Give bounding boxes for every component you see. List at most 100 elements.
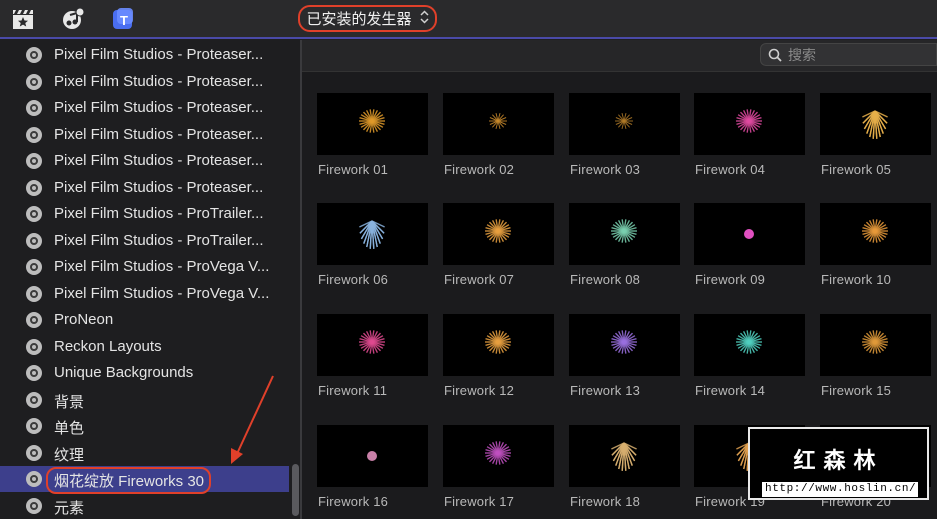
firework-thumbnail bbox=[317, 425, 428, 487]
generator-icon bbox=[26, 100, 42, 116]
generator-icon bbox=[26, 338, 42, 355]
tile-label: Firework 09 bbox=[695, 272, 766, 287]
sidebar-item-label: Pixel Film Studios - ProVega V... bbox=[54, 284, 270, 302]
sidebar-item[interactable]: Pixel Film Studios - Proteaser... bbox=[0, 95, 289, 121]
watermark: 红森林 http://www.hoslin.cn/ bbox=[748, 427, 929, 500]
generator-tile[interactable]: Firework 14 bbox=[694, 314, 805, 398]
tile-label: Firework 13 bbox=[570, 383, 641, 398]
search-placeholder: 搜索 bbox=[788, 46, 816, 63]
firework-thumbnail bbox=[569, 93, 680, 155]
firework-thumbnail bbox=[443, 425, 554, 487]
generator-icon bbox=[26, 206, 42, 222]
sidebar-item[interactable]: Pixel Film Studios - ProTrailer... bbox=[0, 228, 289, 254]
tile-label: Firework 03 bbox=[570, 162, 641, 177]
generator-tile[interactable]: Firework 11 bbox=[317, 314, 428, 398]
clapper-star-icon[interactable] bbox=[10, 6, 36, 32]
magnifier-icon bbox=[768, 48, 782, 62]
generator-tile[interactable]: Firework 10 bbox=[820, 203, 931, 287]
watermark-url: http://www.hoslin.cn/ bbox=[762, 482, 918, 497]
sidebar-item[interactable]: 元素 bbox=[0, 493, 289, 519]
music-note-icon[interactable] bbox=[60, 6, 86, 32]
sidebar-item-label: Pixel Film Studios - Proteaser... bbox=[54, 125, 264, 143]
sidebar-item-label: ProNeon bbox=[54, 311, 114, 328]
chevron-updown-icon bbox=[419, 10, 429, 27]
generator-tile[interactable]: Firework 16 bbox=[317, 425, 428, 509]
generator-category-dropdown[interactable]: 已安装的发生器 bbox=[298, 5, 437, 32]
generator-tile[interactable]: Firework 18 bbox=[569, 425, 680, 509]
firework-thumbnail bbox=[820, 93, 931, 155]
generator-icon bbox=[26, 73, 42, 90]
generator-tile[interactable]: Firework 15 bbox=[820, 314, 931, 398]
generator-icon bbox=[26, 259, 42, 275]
tile-label: Firework 05 bbox=[821, 162, 892, 177]
generator-icon bbox=[26, 391, 42, 408]
svg-text:T: T bbox=[120, 13, 128, 28]
sidebar-item[interactable]: Pixel Film Studios - Proteaser... bbox=[0, 122, 289, 148]
dropdown-label: 已安装的发生器 bbox=[306, 11, 412, 28]
sidebar-item-label: 单色 bbox=[54, 420, 85, 437]
sidebar-item[interactable]: Pixel Film Studios - Proteaser... bbox=[0, 42, 289, 68]
firework-thumbnail bbox=[694, 93, 805, 155]
generator-tile[interactable]: Firework 09 bbox=[694, 203, 805, 287]
generator-icon bbox=[26, 232, 42, 249]
tile-label: Firework 14 bbox=[695, 383, 766, 398]
sidebar-item[interactable]: Pixel Film Studios - Proteaser... bbox=[0, 148, 289, 174]
sidebar-item[interactable]: Pixel Film Studios - Proteaser... bbox=[0, 175, 289, 201]
generator-tile[interactable]: Firework 05 bbox=[820, 93, 931, 177]
generator-tile[interactable]: Firework 06 bbox=[317, 203, 428, 287]
tile-label: Firework 01 bbox=[318, 162, 389, 177]
firework-thumbnail bbox=[317, 314, 428, 376]
sidebar-item[interactable]: ProNeon bbox=[0, 307, 289, 333]
toolbar: T 已安装的发生器 bbox=[0, 0, 937, 39]
tile-label: Firework 15 bbox=[821, 383, 892, 398]
generator-icon bbox=[26, 285, 42, 302]
firework-thumbnail bbox=[317, 93, 428, 155]
generator-tile[interactable]: Firework 13 bbox=[569, 314, 680, 398]
firework-thumbnail bbox=[443, 93, 554, 155]
firework-thumbnail bbox=[694, 203, 805, 265]
generator-tile[interactable]: Firework 17 bbox=[443, 425, 554, 509]
tile-label: Firework 07 bbox=[444, 272, 515, 287]
tile-label: Firework 11 bbox=[318, 383, 388, 398]
titles-icon[interactable]: T bbox=[110, 6, 136, 32]
sidebar-item[interactable]: Pixel Film Studios - ProTrailer... bbox=[0, 201, 289, 227]
generator-icon bbox=[26, 153, 42, 169]
generator-tile[interactable]: Firework 01 bbox=[317, 93, 428, 177]
sidebar-scrollbar[interactable] bbox=[292, 464, 299, 516]
tile-label: Firework 18 bbox=[570, 494, 641, 509]
firework-thumbnail bbox=[569, 425, 680, 487]
generator-tile[interactable]: Firework 08 bbox=[569, 203, 680, 287]
firework-thumbnail bbox=[443, 314, 554, 376]
tile-label: Firework 17 bbox=[444, 494, 515, 509]
tile-label: Firework 16 bbox=[318, 494, 389, 509]
sidebar-item-label: Reckon Layouts bbox=[54, 337, 162, 355]
search-field[interactable]: 搜索 bbox=[760, 43, 937, 66]
sidebar-item-label: 元素 bbox=[54, 499, 85, 517]
firework-thumbnail bbox=[820, 203, 931, 265]
firework-thumbnail bbox=[569, 203, 680, 265]
tile-label: Firework 02 bbox=[444, 162, 515, 177]
generator-icon bbox=[26, 126, 42, 143]
generator-tile[interactable]: Firework 03 bbox=[569, 93, 680, 177]
divider bbox=[0, 37, 937, 39]
sidebar-item[interactable]: Pixel Film Studios - ProVega V... bbox=[0, 254, 289, 280]
generator-icon bbox=[26, 444, 42, 461]
generator-tile[interactable]: Firework 02 bbox=[443, 93, 554, 177]
tile-label: Firework 04 bbox=[695, 162, 766, 177]
firework-thumbnail bbox=[443, 203, 554, 265]
generator-tile[interactable]: Firework 04 bbox=[694, 93, 805, 177]
sidebar-item-label: Pixel Film Studios - ProVega V... bbox=[54, 258, 270, 275]
sidebar-item-label: Pixel Film Studios - Proteaser... bbox=[54, 72, 264, 90]
tile-label: Firework 06 bbox=[318, 272, 389, 287]
sidebar-item[interactable]: Reckon Layouts bbox=[0, 334, 289, 360]
sidebar-item[interactable]: Pixel Film Studios - Proteaser... bbox=[0, 69, 289, 95]
sidebar-item[interactable]: Pixel Film Studios - ProVega V... bbox=[0, 281, 289, 307]
tile-label: Firework 08 bbox=[570, 272, 641, 287]
sidebar-item-label: Pixel Film Studios - Proteaser... bbox=[54, 152, 264, 169]
sidebar-item-label: Pixel Film Studios - ProTrailer... bbox=[54, 231, 264, 249]
generator-tile[interactable]: Firework 07 bbox=[443, 203, 554, 287]
firework-thumbnail bbox=[820, 314, 931, 376]
sidebar-item-label: 纹理 bbox=[54, 446, 85, 464]
generator-tile[interactable]: Firework 12 bbox=[443, 314, 554, 398]
generator-icon bbox=[26, 418, 42, 434]
